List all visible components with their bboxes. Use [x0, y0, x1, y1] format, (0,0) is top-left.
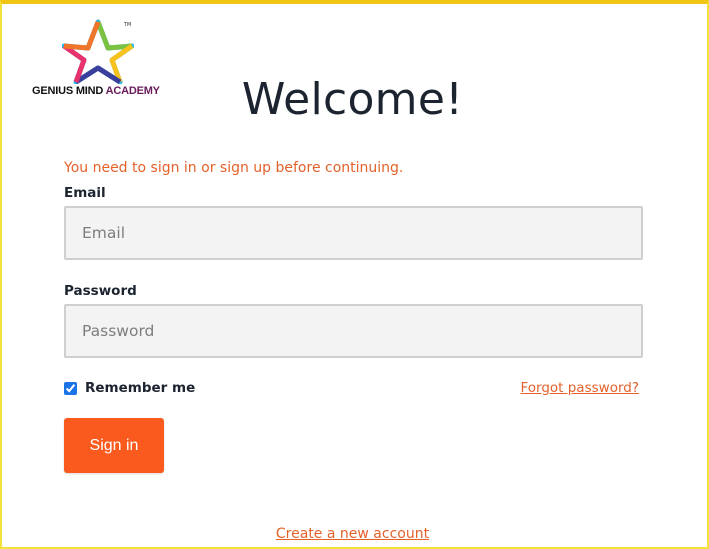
- sign-in-button[interactable]: Sign in: [64, 418, 164, 473]
- email-field[interactable]: [64, 206, 643, 260]
- forgot-password-link[interactable]: Forgot password?: [520, 380, 639, 396]
- email-label: Email: [64, 185, 106, 201]
- remember-me-row[interactable]: Remember me: [64, 380, 195, 396]
- password-label: Password: [64, 283, 137, 299]
- remember-me-checkbox[interactable]: [64, 381, 77, 395]
- page-title: Welcome!: [241, 74, 464, 125]
- create-account-link[interactable]: Create a new account: [276, 526, 429, 542]
- trademark-mark: TM: [123, 22, 131, 28]
- signin-required-notice: You need to sign in or sign up before co…: [64, 160, 404, 176]
- remember-me-label: Remember me: [85, 380, 196, 396]
- password-field[interactable]: [64, 304, 643, 358]
- create-account-row: Create a new account: [2, 523, 703, 542]
- page-frame: TM GENIUS MIND ACADEMY Welcome! You need…: [0, 0, 709, 549]
